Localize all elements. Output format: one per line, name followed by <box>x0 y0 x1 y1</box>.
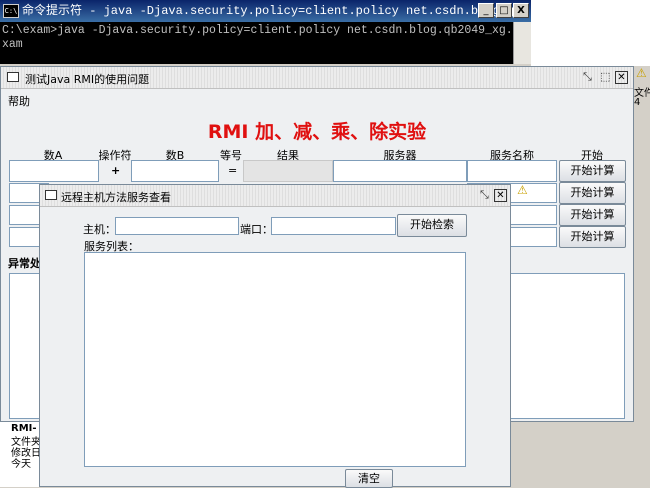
equals-label: = <box>228 164 238 177</box>
close-button[interactable]: X <box>513 3 529 18</box>
desktop-label-2: 4 <box>634 97 641 108</box>
close-icon[interactable]: ✕ <box>615 71 628 84</box>
host-input[interactable] <box>115 217 239 235</box>
result-field <box>243 160 333 182</box>
console-line-2: xam <box>2 38 23 51</box>
console-window: 命令提示符 - java -Djava.security.policy=clie… <box>0 0 531 64</box>
window-icon <box>7 72 19 82</box>
start-calc-button-2[interactable]: 开始计算 <box>559 182 626 204</box>
maximize-button[interactable]: □ <box>496 3 512 18</box>
close-icon[interactable]: ✕ <box>494 189 507 202</box>
col-header-eq: 等号 <box>220 149 242 162</box>
dialog-title: 远程主机方法服务查看 <box>61 191 171 204</box>
service-list[interactable] <box>84 252 466 467</box>
window-icon <box>45 190 57 200</box>
main-title: 测试Java RMI的使用问题 <box>25 73 150 86</box>
host-label: 主机： <box>83 223 116 236</box>
operator-label: + <box>111 164 121 177</box>
start-search-button[interactable]: 开始检索 <box>397 214 467 237</box>
remote-service-dialog: 远程主机方法服务查看 ⤡ ✕ 主机： 端口： 开始检索 服务列表： 清空 <box>39 184 511 488</box>
server-input[interactable] <box>333 160 467 182</box>
console-app-icon: C:\ <box>3 4 19 18</box>
service-name-input[interactable] <box>467 160 557 182</box>
menu-bar: 帮助 <box>1 90 633 108</box>
restore-icon[interactable]: ⤡ <box>480 188 489 202</box>
clear-button[interactable]: 清空 <box>345 469 393 488</box>
start-calc-button-1[interactable]: 开始计算 <box>559 160 626 182</box>
desktop-bottom-label-4: 今天 <box>11 459 31 470</box>
error-label: 异常处 <box>8 257 41 270</box>
start-calc-button-3[interactable]: 开始计算 <box>559 204 626 226</box>
page-heading: RMI 加、减、乘、除实验 <box>207 121 427 143</box>
col-header-op: 操作符 <box>98 149 132 162</box>
desktop-background <box>531 0 650 66</box>
maximize-icon[interactable]: ⬚ <box>600 70 610 83</box>
port-label: 端口： <box>240 223 273 236</box>
number-b-input[interactable] <box>131 160 219 182</box>
warning-icon: ⚠ <box>636 66 647 80</box>
restore-icon[interactable]: ⤡ <box>583 70 592 84</box>
port-input[interactable] <box>271 217 396 235</box>
menu-help[interactable]: 帮助 <box>8 93 30 109</box>
console-title: 命令提示符 - java -Djava.security.policy=clie… <box>22 4 531 18</box>
console-titlebar[interactable]: 命令提示符 - java -Djava.security.policy=clie… <box>0 0 531 22</box>
start-calc-button-4[interactable]: 开始计算 <box>559 226 626 248</box>
console-line-1: C:\exam>java -Djava.security.policy=clie… <box>2 24 517 37</box>
console-scrollbar[interactable] <box>513 22 531 64</box>
minimize-button[interactable]: _ <box>478 3 494 18</box>
console-output: C:\exam>java -Djava.security.policy=clie… <box>2 24 517 52</box>
main-titlebar[interactable]: 测试Java RMI的使用问题 ⤡ ⬚ ✕ <box>1 67 633 89</box>
warning-icon: ⚠ <box>517 183 528 197</box>
number-a-input[interactable] <box>9 160 99 182</box>
dialog-titlebar[interactable]: 远程主机方法服务查看 ⤡ ✕ <box>40 185 510 207</box>
